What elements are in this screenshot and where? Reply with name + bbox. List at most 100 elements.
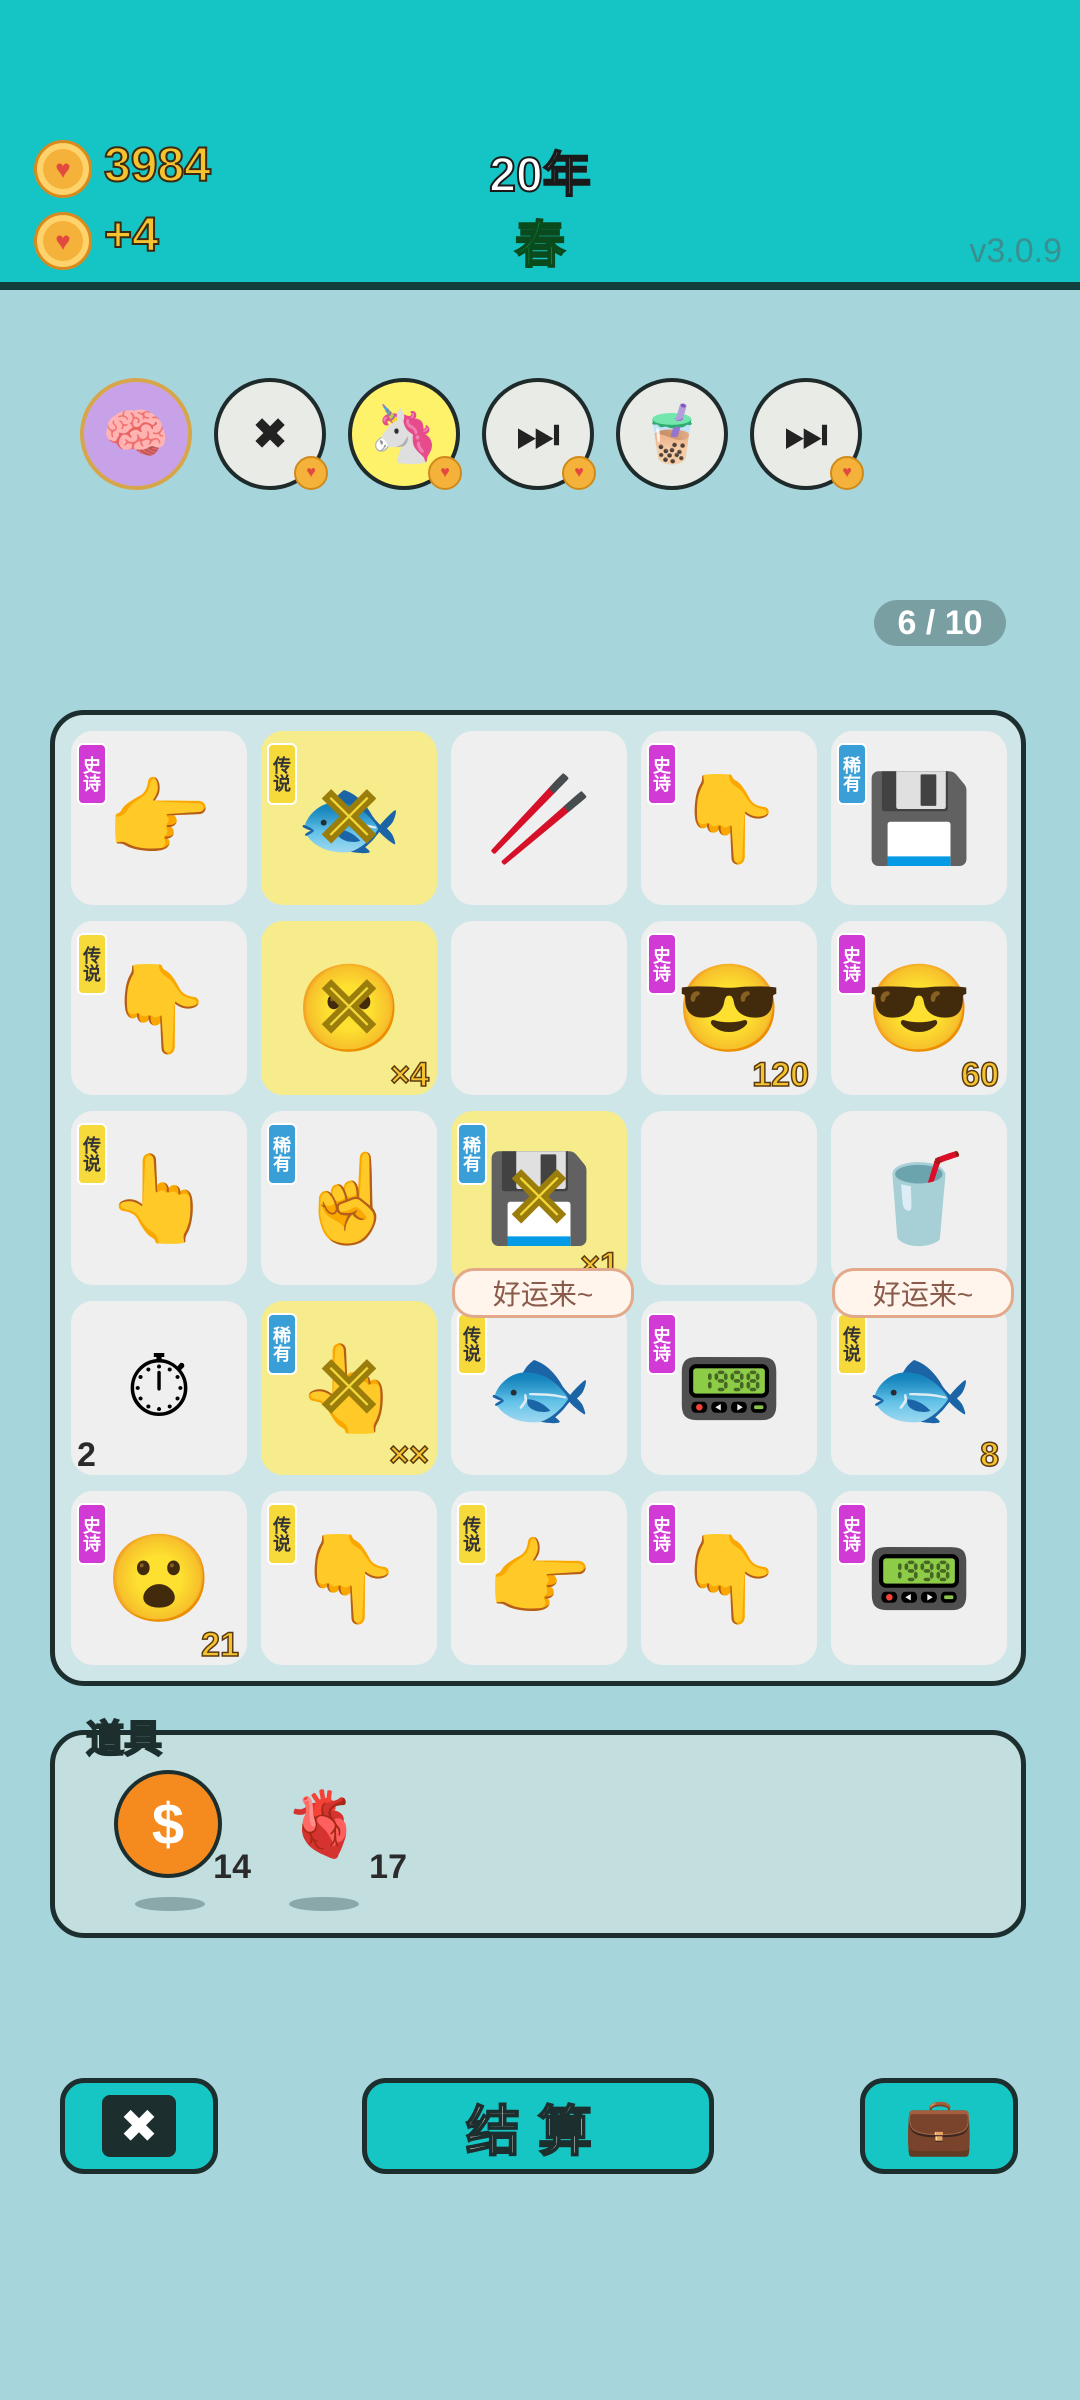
rarity-tag: 传说 [457,1313,487,1375]
board-cell[interactable] [641,1111,817,1285]
spin-counter: 6 / 10 [874,600,1006,646]
rarity-tag: 稀有 [457,1123,487,1185]
board-cell[interactable]: 👇 史诗 [641,1491,817,1665]
bubble-tea-icon: 🧋 [637,402,707,465]
straw-icon: 🥢 [485,770,593,867]
slot-bubble-tea[interactable]: 🧋 [616,378,728,490]
destroy-mark-icon: ✕ [314,962,384,1054]
symbol-value: ×4 [389,1055,429,1095]
board-cell[interactable]: 👇 史诗 [641,731,817,905]
board-cell[interactable]: 💾 稀有 [831,731,1007,905]
rarity-tag: 稀有 [267,1313,297,1375]
destroy-mark-icon: ✕ [314,772,384,864]
remove-button[interactable]: ✖ [60,2078,218,2174]
coin-badge-icon: ♥ [562,456,596,490]
rarity-tag: 史诗 [647,933,677,995]
luck-bubble: 好运来~ [452,1268,634,1318]
liver-icon: 🫀 [284,1787,364,1860]
board-cell[interactable]: 😎 史诗 60 [831,921,1007,1095]
board-cell[interactable]: 🥢 [451,731,627,905]
board-cell[interactable]: 😎 史诗 120 [641,921,817,1095]
board-cell[interactable]: 🥤 [831,1111,1007,1285]
slot-unicorn[interactable]: 🦄 ♥ [348,378,462,490]
rarity-tag: 史诗 [647,1313,677,1375]
rarity-tag: 传说 [77,1123,107,1185]
settle-label: 结算 [465,2101,610,2163]
board-cell[interactable]: 👆 稀有 ✕ ×× [261,1301,437,1475]
settle-button[interactable]: 结算 [362,2078,714,2174]
glasses-man-icon: 🧠 [102,403,170,464]
rarity-tag: 史诗 [647,1503,677,1565]
coin-badge-icon: ♥ [830,456,864,490]
dollar-coin-icon: $ [114,1770,222,1878]
board-cell[interactable]: 📟 史诗 [641,1301,817,1475]
top-bar-divider [0,282,1080,290]
remove-x-icon: ✖ [251,409,289,459]
prop-count: 17 [369,1848,407,1886]
rarity-tag: 史诗 [647,743,677,805]
board-cell[interactable]: 😶 ✕ ×4 [261,921,437,1095]
coin-total: 3984 [103,138,212,193]
rarity-tag: 传说 [267,1503,297,1565]
board-cell[interactable] [451,921,627,1095]
unicorn-icon: 🦄 [369,402,439,465]
symbol-value: 120 [752,1055,810,1095]
year-label: 20年 [488,148,591,203]
income-coin-icon: ♥ [34,212,92,270]
rarity-tag: 传说 [837,1313,867,1375]
props-label: 道具 [85,1718,163,1762]
board-cell[interactable]: 👉 史诗 [71,731,247,905]
board-cell[interactable]: ☝ 稀有 [261,1111,437,1285]
skip-icon: ⏭ [515,405,561,462]
props-panel: $ 14 🫀 17 [50,1730,1026,1938]
prop-shadow [289,1897,359,1911]
luck-bubble: 好运来~ [832,1268,1014,1318]
prop-shadow [135,1897,205,1911]
coin-badge-icon: ♥ [294,456,328,490]
destroy-mark-icon: ✕ [314,1342,384,1434]
board-cell[interactable]: 📟 史诗 [831,1491,1007,1665]
board-cell[interactable]: 🐟 传说 [451,1301,627,1475]
board-cell[interactable]: 🐟 传说 ✕ [261,731,437,905]
prop-count: 14 [213,1848,251,1886]
board-cell[interactable]: ⏱ 2 [71,1301,247,1475]
symbol-value: 21 [200,1625,239,1665]
version-label: v3.0.9 [969,232,1062,270]
rarity-tag: 史诗 [837,933,867,995]
slot-skip-card[interactable]: ⏭ ♥ [482,378,596,490]
rarity-tag: 传说 [457,1503,487,1565]
rarity-tag: 传说 [77,933,107,995]
rarity-tag: 稀有 [267,1123,297,1185]
slot-math-brain[interactable]: 🧠 [80,378,192,490]
slot-remove-card[interactable]: ✖ ♥ [214,378,328,490]
rarity-tag: 稀有 [837,743,867,805]
board-cell[interactable]: 😮 史诗 21 [71,1491,247,1665]
slot-board: 👉 史诗 🐟 传说 ✕ 🥢 👇 史诗 💾 稀有 👇 传说 😶 ✕ ×4 😎 史诗 120 😎 史诗 60 👆 传说 ☝ 稀有 💾 稀… [50,710,1026,1686]
coin-badge-icon: ♥ [428,456,462,490]
board-cell[interactable]: 👆 传说 [71,1111,247,1285]
prop-liver[interactable]: 🫀 17 [269,1769,407,1887]
soda-cup-icon: 🥤 [865,1150,973,1247]
rarity-tag: 史诗 [837,1503,867,1565]
stopwatch-icon: ⏱ [125,1338,193,1435]
board-cell[interactable]: 👉 传说 [451,1491,627,1665]
coin-icon: ♥ [34,140,92,198]
symbol-value: 60 [960,1055,999,1095]
board-cell[interactable]: 👇 传说 [71,921,247,1095]
symbol-value: ×× [389,1435,430,1475]
income-per-spin: +4 [103,208,160,263]
destroy-mark-icon: ✕ [504,1152,574,1244]
remove-x-icon: ✖ [101,2095,177,2157]
symbol-value: 8 [979,1435,999,1475]
briefcase-icon: 💼 [904,2094,974,2157]
skip-icon: ⏭ [783,405,829,462]
board-cell[interactable]: 🐟 传说 8 [831,1301,1007,1475]
prop-coin[interactable]: $ 14 [113,1769,251,1886]
slot-skip-card-2[interactable]: ⏭ ♥ [750,378,864,490]
rarity-tag: 传说 [267,743,297,805]
board-cell[interactable]: 👇 传说 [261,1491,437,1665]
season-label: 春 [514,216,566,274]
board-cell[interactable]: 💾 稀有 ✕ ×1 [451,1111,627,1285]
symbol-value: 2 [77,1436,96,1474]
bag-button[interactable]: 💼 [860,2078,1018,2174]
